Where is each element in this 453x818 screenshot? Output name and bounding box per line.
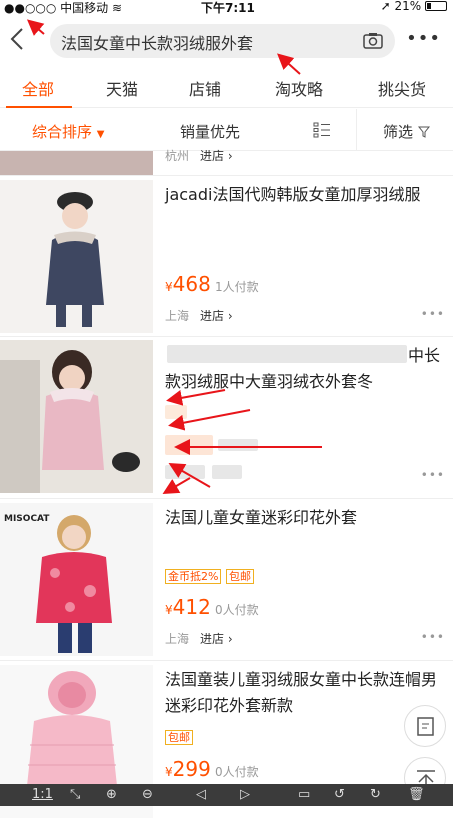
annotation-arrow [277,53,301,75]
fit-icon[interactable]: ⤡ [70,787,80,802]
annotation-overlay [26,19,322,495]
annotation-arrow [162,477,191,495]
zoom-actual-button[interactable]: 1:1 [32,787,53,802]
rotate-left-icon[interactable]: ↺ [334,787,345,802]
prev-icon[interactable]: ◁ [196,787,206,802]
zoom-out-icon[interactable]: ⊖ [142,787,153,802]
viewer-toolbar: 1:1 ⤡ ⊕ ⊖ ◁ ▷ ▭ ↺ ↻ 🗑 [0,784,453,806]
delete-icon[interactable]: 🗑 [408,787,425,802]
next-icon[interactable]: ▷ [240,787,250,802]
annotation-arrow [26,19,45,36]
annotation-arrow [166,389,226,406]
annotation-arrow [168,462,211,488]
zoom-in-icon[interactable]: ⊕ [106,787,117,802]
slideshow-icon[interactable]: ▭ [298,787,310,802]
annotation-arrow [168,409,251,431]
rotate-right-icon[interactable]: ↻ [370,787,381,802]
